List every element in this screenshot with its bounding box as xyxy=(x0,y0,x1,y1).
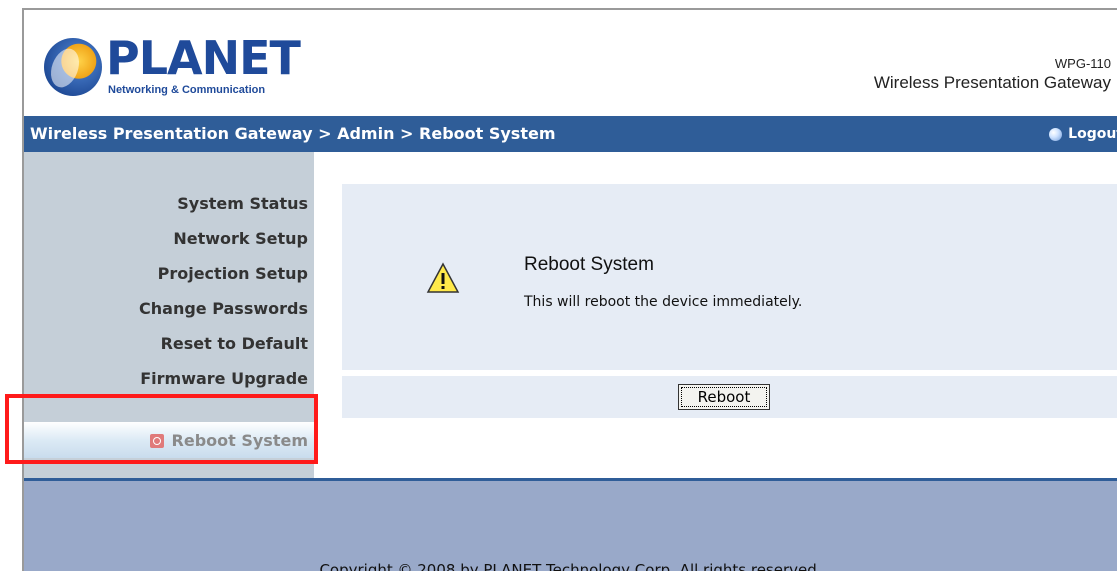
panel-description: This will reboot the device immediately. xyxy=(524,294,803,310)
sidebar-item-reset-to-default[interactable]: Reset to Default xyxy=(161,334,308,353)
planet-logo[interactable]: PLANET Networking & Communication xyxy=(44,30,301,100)
warning-icon xyxy=(426,262,460,293)
logout-link[interactable]: Logout xyxy=(1049,116,1117,152)
logo-text: PLANET xyxy=(106,31,301,85)
product-name: Wireless Presentation Gateway xyxy=(873,73,1111,92)
sidebar: System Status Network Setup Projection S… xyxy=(24,152,314,478)
header: PLANET Networking & Communication WPG-11… xyxy=(24,10,1117,116)
sidebar-item-system-status[interactable]: System Status xyxy=(177,194,308,213)
reboot-button[interactable]: Reboot xyxy=(678,384,770,410)
footer: Copyright © 2008 by PLANET Technology Co… xyxy=(24,478,1117,571)
sidebar-item-reboot-system[interactable]: Reboot System xyxy=(24,422,314,458)
button-row: Reboot xyxy=(342,376,1117,418)
logo-subtitle: Networking & Communication xyxy=(108,84,266,96)
nav-bar: Wireless Presentation Gateway > Admin > … xyxy=(24,116,1117,152)
breadcrumb: Wireless Presentation Gateway > Admin > … xyxy=(30,124,556,143)
copyright-text: Copyright © 2008 by PLANET Technology Co… xyxy=(319,561,822,571)
sidebar-item-label: Reboot System xyxy=(171,431,308,450)
sidebar-item-firmware-upgrade[interactable]: Firmware Upgrade xyxy=(140,369,308,388)
power-icon xyxy=(149,433,164,448)
sidebar-item-change-passwords[interactable]: Change Passwords xyxy=(139,299,308,318)
product-info: WPG-110 Wireless Presentation Gateway xyxy=(874,56,1111,93)
logout-label: Logout xyxy=(1068,126,1117,142)
reboot-panel: Reboot System This will reboot the devic… xyxy=(342,184,1117,372)
sidebar-item-network-setup[interactable]: Network Setup xyxy=(173,229,308,248)
globe-icon xyxy=(44,38,102,96)
logout-icon xyxy=(1049,127,1063,141)
panel-title: Reboot System xyxy=(524,254,654,275)
sidebar-item-projection-setup[interactable]: Projection Setup xyxy=(158,264,308,283)
model-number: WPG-110 xyxy=(1054,56,1111,71)
page-frame: PLANET Networking & Communication WPG-11… xyxy=(22,8,1117,571)
